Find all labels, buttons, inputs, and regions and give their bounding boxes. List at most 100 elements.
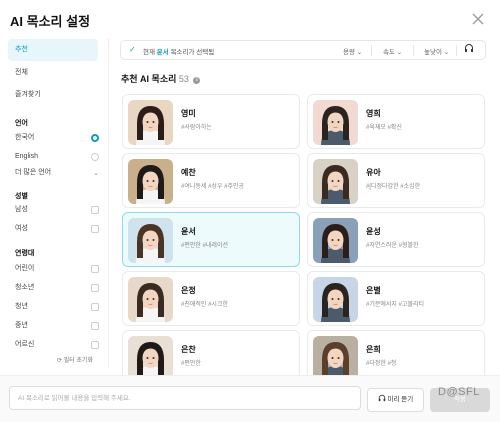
voice-card[interactable]: 윤성 #자연스러운 #형볼한	[307, 212, 485, 267]
checkbox[interactable]	[91, 322, 99, 330]
chevron-down-icon: ⌄	[443, 49, 450, 56]
gender-option-female[interactable]: 여성	[15, 222, 99, 236]
separator	[413, 45, 414, 56]
option-label: English	[15, 153, 38, 160]
sidebar-divider	[108, 38, 109, 368]
watermark: D@SFL	[438, 386, 480, 398]
voice-name: 영희	[366, 109, 381, 118]
checkbox[interactable]	[91, 265, 99, 273]
option-label: 어린이	[15, 265, 35, 272]
preview-label: 미리 듣기	[387, 396, 414, 403]
close-icon[interactable]	[470, 11, 486, 27]
voice-tags: #육재모 #확신	[366, 125, 402, 131]
age-option-child[interactable]: 어린이	[15, 262, 99, 276]
voice-tags: #편안한	[181, 361, 201, 367]
separator	[456, 45, 457, 56]
voice-tags: #여니동세 #성우 #주인공	[181, 184, 245, 190]
nav-all[interactable]: 전체	[8, 62, 98, 84]
separator	[371, 45, 372, 56]
option-label: 청소년	[15, 284, 35, 291]
check-icon: ✓	[129, 45, 136, 54]
age-option-senior[interactable]: 어르신	[15, 338, 99, 352]
preview-button[interactable]: 미리 듣기	[367, 388, 424, 412]
voice-tags: #자연스러운 #형볼한	[366, 243, 419, 249]
selected-prefix: 현재	[143, 49, 155, 56]
nav-recommended[interactable]: 추천	[8, 39, 98, 61]
option-label: 중년	[15, 322, 28, 329]
dropdown-label: 높낮이	[424, 49, 442, 56]
avatar	[128, 277, 173, 322]
age-option-youth[interactable]: 청년	[15, 300, 99, 314]
more-languages[interactable]: 더 많은 언어 ⌄	[15, 166, 99, 180]
headphones-icon[interactable]	[464, 43, 474, 53]
gender-option-male[interactable]: 남성	[15, 203, 99, 217]
option-label: 한국어	[15, 134, 35, 141]
avatar	[128, 159, 173, 204]
voice-count: 53	[178, 74, 189, 84]
option-label: 청년	[15, 303, 28, 310]
voice-card[interactable]: 영미 #사람아하는	[122, 94, 300, 149]
age-heading: 연령대	[15, 250, 35, 257]
headphones-icon	[378, 394, 385, 402]
voice-card[interactable]: 은별 #기분에서지 #고볼리티	[307, 271, 485, 326]
text-to-preview-input[interactable]	[9, 386, 361, 410]
info-icon[interactable]: i	[193, 77, 201, 84]
radio-selected[interactable]	[91, 134, 99, 142]
pitch-dropdown[interactable]: 높낮이 ⌄	[424, 46, 449, 56]
selected-suffix: 목소리가 선택됨	[170, 49, 215, 56]
avatar	[313, 159, 358, 204]
voice-tags: #기분에서지 #고볼리티	[366, 302, 425, 308]
section-title: 추천 AI 목소리 53 i	[121, 72, 201, 85]
checkbox[interactable]	[91, 206, 99, 214]
checkbox[interactable]	[91, 225, 99, 233]
language-option-english[interactable]: English	[15, 150, 99, 164]
nav-favorites[interactable]: 즐겨찾기	[8, 84, 98, 106]
language-heading: 언어	[15, 120, 28, 127]
voice-name: 유아	[366, 168, 381, 177]
voice-tags: #친애적인 #시크한	[181, 302, 228, 308]
voice-card[interactable]: 유아 #[다정다감한 #소심한	[307, 153, 485, 208]
avatar	[128, 100, 173, 145]
checkbox[interactable]	[91, 341, 99, 349]
voice-name: 윤성	[366, 227, 381, 236]
voice-card[interactable]: 은정 #친애적인 #시크한	[122, 271, 300, 326]
speed-dropdown[interactable]: 속도 ⌄	[383, 46, 402, 56]
scrollbar[interactable]	[493, 94, 496, 364]
voice-name: 예찬	[181, 168, 196, 177]
volume-dropdown[interactable]: 용량 ⌄	[343, 46, 362, 56]
chevron-down-icon: ⌄	[93, 170, 99, 177]
voice-name: 윤서	[181, 227, 196, 236]
option-label: 어르신	[15, 341, 35, 348]
modal-title: AI 목소리 설정	[10, 14, 91, 29]
voice-name: 은별	[366, 286, 381, 295]
checkbox[interactable]	[91, 284, 99, 292]
age-option-teen[interactable]: 청소년	[15, 281, 99, 295]
selected-voice-bar: ✓ 현재 윤서 목소리가 선택됨 용량 ⌄ 속도 ⌄ 높낮이 ⌄	[120, 40, 486, 60]
avatar	[313, 277, 358, 322]
refresh-icon: ⟳	[57, 358, 63, 364]
voice-card[interactable]: 윤서 #편안한 #내레이션	[122, 212, 300, 267]
voice-tags: #사람아하는	[181, 125, 212, 131]
voice-name: 은찬	[181, 345, 196, 354]
reset-filters-button[interactable]: ⟳ 필터 초기화	[57, 355, 93, 364]
option-label: 더 많은 언어	[15, 169, 52, 176]
voice-name: 영미	[181, 109, 196, 118]
voice-card[interactable]: 예찬 #여니동세 #성우 #주인공	[122, 153, 300, 208]
voice-name: 은희	[366, 345, 381, 354]
radio-unselected[interactable]	[91, 153, 99, 161]
voice-tags: #[다정다감한 #소심한	[366, 184, 421, 190]
chevron-down-icon: ⌄	[396, 49, 403, 56]
option-label: 여성	[15, 225, 28, 232]
voice-tags: #편안한 #내레이션	[181, 243, 228, 249]
avatar	[313, 100, 358, 145]
age-option-middle[interactable]: 중년	[15, 319, 99, 333]
voice-tags: #다정한 #청	[366, 361, 397, 367]
checkbox[interactable]	[91, 303, 99, 311]
avatar	[313, 218, 358, 263]
language-option-korean[interactable]: 한국어	[15, 131, 99, 145]
voice-name: 은정	[181, 286, 196, 295]
selected-voice-text: 현재 윤서 목소리가 선택됨	[143, 46, 214, 56]
voice-card[interactable]: 영희 #육재모 #확신	[307, 94, 485, 149]
filter-sidebar: 추천 전체 즐겨찾기 언어 한국어 English 더 많은 언어 ⌄ 성별 남…	[8, 38, 100, 368]
dropdown-label: 용량	[343, 49, 355, 56]
